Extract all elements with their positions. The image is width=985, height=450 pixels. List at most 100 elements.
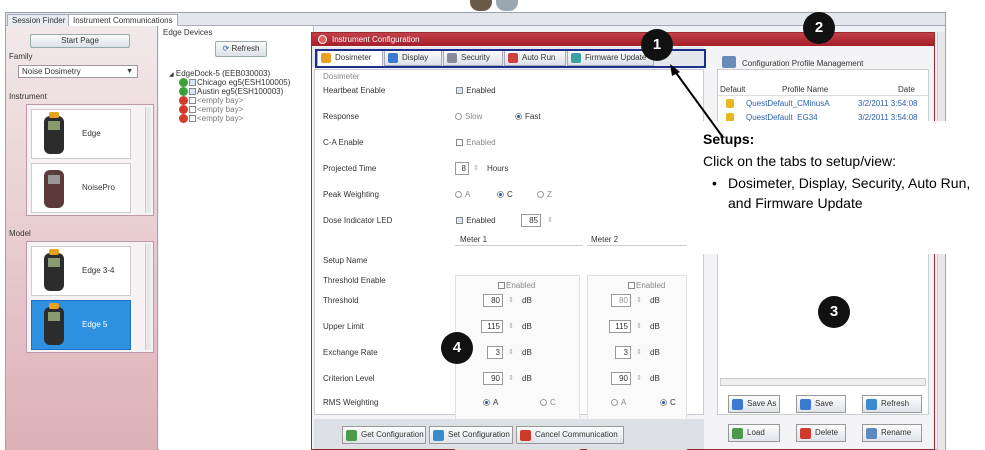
radio (483, 399, 490, 407)
cancel-communication-button[interactable]: Cancel Communication (516, 426, 624, 444)
callout-1: 1 (641, 29, 673, 61)
delete-button[interactable]: Delete (796, 424, 846, 442)
tree-item-empty-bay[interactable]: <empty bay> (179, 105, 243, 115)
m1-threshold-input[interactable]: 80 (483, 294, 503, 307)
tree-dock[interactable]: ◢ EdgeDock-5 (EEB030003) (169, 69, 270, 78)
m2-rms-a-radio[interactable]: A (611, 398, 626, 407)
spinner-icon[interactable]: ⇕ (473, 164, 479, 172)
radio-label: A (493, 398, 499, 407)
dialog-title-bar: Instrument Configuration (312, 33, 934, 46)
spinner-icon[interactable]: ⇕ (508, 374, 514, 382)
spinner-icon[interactable]: ⇕ (636, 296, 642, 304)
m2-threshold-input[interactable]: 80 (611, 294, 631, 307)
checkbox[interactable] (189, 88, 196, 96)
response-fast-radio[interactable]: Fast (515, 112, 541, 121)
family-label: Family (9, 52, 33, 61)
checkbox[interactable] (189, 106, 196, 114)
tab-instrument-communications[interactable]: Instrument Communications (68, 14, 178, 26)
button-label: Load (747, 428, 765, 437)
save-as-button[interactable]: Save As (728, 395, 780, 413)
model-scrollbar[interactable] (145, 244, 151, 350)
m1-criterion-input[interactable]: 90 (483, 372, 503, 385)
instrument-item-edge[interactable]: Edge (31, 109, 131, 159)
checkbox[interactable] (189, 79, 196, 87)
horizontal-scrollbar[interactable] (720, 378, 926, 386)
refresh-devices-button[interactable]: ⟳ Refresh (215, 41, 267, 57)
start-page-button[interactable]: Start Page (30, 34, 130, 48)
rename-button[interactable]: Rename (862, 424, 922, 442)
db-unit: dB (650, 374, 660, 383)
meter-2-header: Meter 2 (591, 235, 619, 244)
db-unit: dB (522, 322, 532, 331)
spinner-icon[interactable]: ⇕ (508, 322, 514, 330)
instrument-scrollbar[interactable] (145, 107, 151, 213)
model-item-edge-3-4[interactable]: Edge 3-4 (31, 246, 131, 296)
dialog-title: Instrument Configuration (332, 35, 420, 44)
tree-item-empty-bay[interactable]: <empty bay> (179, 96, 243, 106)
projected-time-input[interactable]: 8 (455, 162, 469, 175)
m1-exchange-rate-input[interactable]: 3 (487, 346, 503, 359)
table-row[interactable]: QuestDefault_CMinusA 3/2/2011 3:54:08 (718, 98, 928, 110)
cancel-x-icon (520, 430, 531, 441)
enabled-label: Enabled (466, 138, 496, 147)
device-image-fragment (466, 0, 526, 12)
spinner-icon[interactable]: ⇕ (508, 348, 514, 356)
spinner-icon[interactable]: ⇕ (508, 296, 514, 304)
rename-icon (866, 428, 877, 439)
heartbeat-checkbox[interactable]: Enabled (455, 86, 496, 95)
save-icon (800, 399, 811, 410)
peak-weighting-label: Peak Weighting (323, 190, 379, 199)
dosimeter-form: Dosimeter Heartbeat Enable Enabled Respo… (314, 69, 704, 450)
model-item-edge-5[interactable]: Edge 5 (31, 300, 131, 350)
m2-threshold-enable-checkbox[interactable]: Enabled (627, 281, 665, 290)
m1-rms-c-radio[interactable]: C (540, 398, 556, 407)
instrument-item-noisepro[interactable]: NoisePro (31, 163, 131, 213)
tab-session-finder[interactable]: Session Finder (7, 14, 71, 26)
spinner-icon[interactable]: ⇕ (547, 216, 553, 224)
set-configuration-button[interactable]: Set Configuration (429, 426, 513, 444)
checkbox[interactable] (189, 97, 196, 105)
m2-exchange-rate-input[interactable]: 3 (615, 346, 631, 359)
spinner-icon[interactable]: ⇕ (636, 374, 642, 382)
checkbox[interactable] (189, 115, 196, 123)
spinner-icon[interactable]: ⇕ (636, 348, 642, 356)
enabled-label: Enabled (466, 86, 496, 95)
m2-upper-limit-input[interactable]: 115 (609, 320, 631, 333)
m2-rms-c-radio[interactable]: C (660, 398, 676, 407)
m1-upper-limit-input[interactable]: 115 (481, 320, 503, 333)
family-select[interactable]: Noise Dosimetry ▼ (18, 65, 138, 78)
peak-a-radio[interactable]: A (455, 190, 470, 199)
peak-z-radio[interactable]: Z (537, 190, 552, 199)
radio (540, 399, 547, 407)
load-button[interactable]: Load (728, 424, 780, 442)
dose-led-input[interactable]: 85 (521, 214, 541, 227)
rms-weighting-label: RMS Weighting (323, 398, 379, 407)
tree-item-empty-bay[interactable]: <empty bay> (179, 114, 244, 124)
enabled-label: Enabled (506, 281, 536, 290)
save-button[interactable]: Save (796, 395, 846, 413)
dose-led-label: Dose Indicator LED (323, 216, 393, 225)
spinner-icon[interactable]: ⇕ (636, 322, 642, 330)
checkbox (456, 87, 463, 95)
arrow-line (673, 69, 723, 137)
refresh-profiles-button[interactable]: Refresh (862, 395, 922, 413)
edge-devices-panel: Edge Devices ⟳ Refresh ◢ EdgeDock-5 (EEB… (159, 26, 314, 450)
divider (587, 245, 687, 246)
m1-rms-a-radio[interactable]: A (483, 398, 498, 407)
refresh-icon (866, 399, 877, 410)
response-slow-radio[interactable]: Slow (455, 112, 482, 121)
instrument-label: Instrument (9, 92, 47, 101)
button-label: Refresh (881, 399, 910, 408)
tree-item-austin[interactable]: Austin eg5(ESH100003) (179, 87, 283, 97)
dose-led-checkbox[interactable]: Enabled (455, 216, 496, 225)
get-configuration-button[interactable]: Get Configuration (342, 426, 426, 444)
peak-c-radio[interactable]: C (497, 190, 513, 199)
radio-label: C (670, 398, 676, 407)
m2-criterion-input[interactable]: 90 (611, 372, 631, 385)
button-label: Set Configuration (448, 430, 510, 439)
ca-enable-checkbox[interactable]: Enabled (455, 138, 496, 147)
tree-item-label: <empty bay> (197, 114, 244, 123)
tree-item-chicago[interactable]: Chicago eg5(ESH100005) (179, 78, 290, 88)
hours-label: Hours (487, 164, 509, 173)
m1-threshold-enable-checkbox[interactable]: Enabled (497, 281, 535, 290)
